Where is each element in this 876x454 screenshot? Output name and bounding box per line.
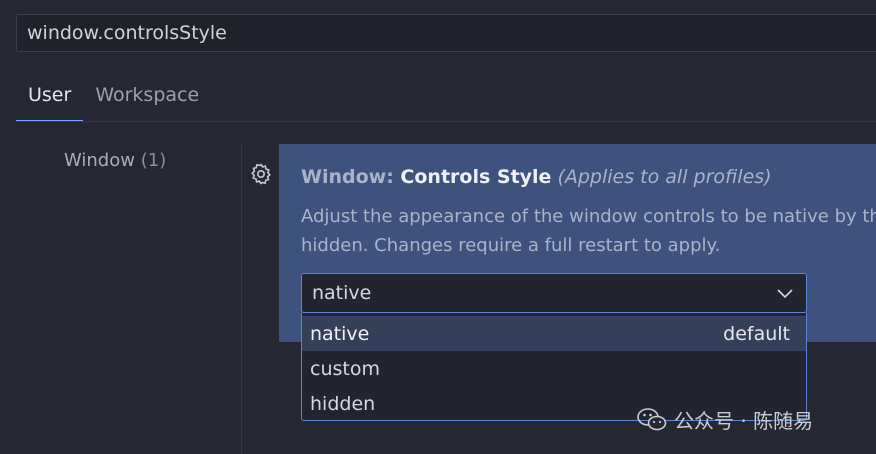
setting-category: Window: [301,166,401,188]
settings-search-input[interactable]: window.controlsStyle [16,14,876,52]
wechat-icon [637,407,667,430]
setting-description-line-2: hidden. Changes require a full restart t… [301,235,721,256]
option-label: native [310,322,370,345]
chevron-down-icon [777,289,793,299]
toc-divider [241,144,242,454]
setting-description: Adjust the appearance of the window cont… [301,202,876,260]
settings-scope-tabs: User Workspace [16,80,211,122]
controls-style-select[interactable]: native [301,273,807,313]
option-native[interactable]: native default [302,316,806,351]
select-current-value: native [312,282,372,304]
tab-divider [16,121,876,122]
gear-icon[interactable] [249,162,273,186]
setting-scope: (Applies to all profiles) [557,166,772,188]
setting-description-line-1: Adjust the appearance of the window cont… [301,206,876,227]
option-default-badge: default [723,322,790,345]
option-custom[interactable]: custom [302,351,806,386]
tab-workspace[interactable]: Workspace [83,80,211,120]
watermark-text: 公众号 · 陈随易 [674,409,814,433]
watermark: 公众号 · 陈随易 [636,405,813,434]
setting-name: Controls Style [400,166,552,188]
toc-item-window[interactable]: Window (1) [64,150,166,171]
toc-item-count: (1) [140,150,167,171]
tab-user[interactable]: User [16,80,84,122]
search-input-value: window.controlsStyle [27,22,227,44]
option-label: custom [310,357,380,380]
setting-title: Window: Controls Style (Applies to all pr… [301,166,772,188]
toc-item-label: Window [64,150,135,171]
option-label: hidden [310,392,376,415]
